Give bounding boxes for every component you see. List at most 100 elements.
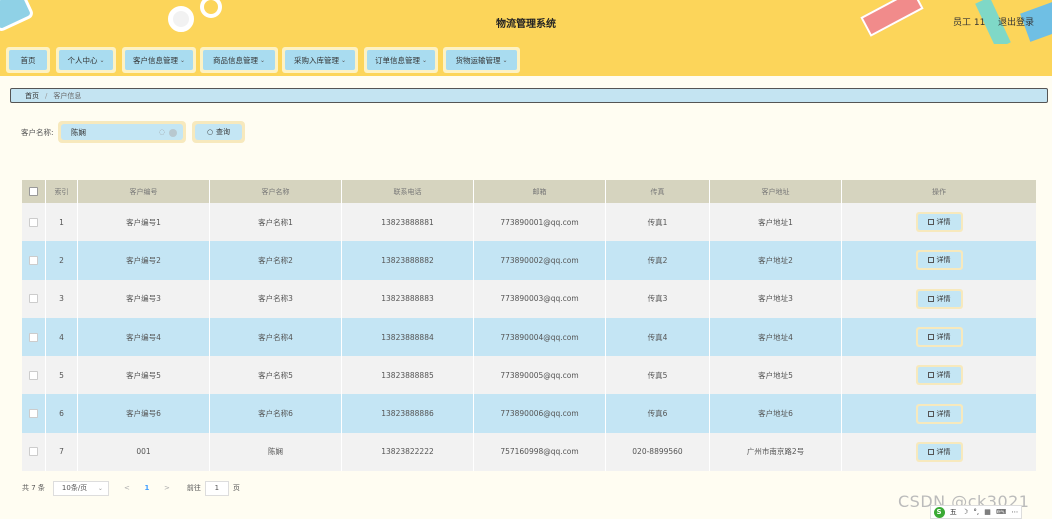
table-row[interactable]: 6 客户编号6 客户名称6 13823888886 773890006@qq.com 传真… [22, 394, 1036, 433]
ime-toolbar: S 五 ☽ °, ▦ ⌨ ⋯ [930, 505, 1022, 519]
next-page-button[interactable]: > [157, 484, 177, 492]
column-header: 客户地址 [710, 180, 842, 203]
loading-icon: ◌ [158, 128, 165, 136]
row-checkbox-cell [22, 279, 46, 318]
nav-item-label: 首页 [20, 55, 36, 65]
ime-item[interactable]: ⋯ [1011, 508, 1018, 516]
chevron-down-icon: ⌄ [340, 56, 347, 64]
cell-tel: 13823888883 [342, 279, 474, 318]
cell-fax: 传真5 [606, 356, 710, 395]
row-checkbox[interactable] [29, 447, 38, 457]
cell-actions: 详情 [842, 356, 1036, 394]
nav-item-personal-center[interactable]: 个人中心 ⌄ [56, 47, 116, 73]
cell-fax: 传真4 [606, 317, 710, 357]
row-checkbox[interactable] [29, 370, 38, 380]
breadcrumb-home[interactable]: 首页 [25, 91, 39, 101]
cell-addr: 客户地址4 [710, 317, 842, 357]
row-checkbox-cell [22, 394, 46, 433]
clear-icon[interactable] [169, 129, 177, 137]
jump-page-input[interactable]: 1 [204, 480, 229, 496]
cell-mail: 773890004@qq.com [474, 317, 606, 357]
ime-item[interactable]: 五 [950, 507, 957, 517]
column-header: 联系电话 [342, 180, 474, 203]
ime-item[interactable]: ⌨ [996, 508, 1006, 516]
app-header: 物流管理系统 员工 11 退出登录 [0, 0, 1052, 44]
row-checkbox-cell [22, 432, 46, 472]
detail-button-label: 详情 [936, 447, 951, 456]
breadcrumb: 首页 / 客户信息 [10, 88, 1048, 103]
detail-button[interactable]: 详情 [915, 250, 963, 271]
row-checkbox[interactable] [29, 217, 38, 227]
row-checkbox-cell [22, 203, 46, 242]
detail-button[interactable]: 详情 [915, 441, 963, 462]
cell-mail: 773890001@qq.com [474, 203, 606, 242]
detail-icon [927, 295, 934, 302]
table-row[interactable]: 7 001 陈娴 13823822222 757160998@qq.com 020-889… [22, 432, 1036, 472]
cell-no: 客户编号4 [78, 317, 210, 357]
detail-button[interactable]: 详情 [915, 403, 963, 424]
nav-item-purchase-management[interactable]: 采购入库管理 ⌄ [282, 47, 358, 73]
nav-item-product-management[interactable]: 商品信息管理 ⌄ [200, 47, 278, 73]
cell-index: 5 [46, 356, 78, 395]
detail-button-label: 详情 [936, 218, 951, 227]
row-checkbox[interactable] [29, 332, 38, 342]
select-all-checkbox[interactable] [29, 187, 38, 196]
nav-item-customer-management[interactable]: 客户信息管理 ⌄ [122, 47, 196, 73]
nav-item-transport-management[interactable]: 货物运输管理 ⌄ [443, 47, 520, 73]
detail-icon [927, 334, 934, 341]
column-header: 邮箱 [474, 180, 606, 203]
row-checkbox[interactable] [29, 409, 38, 419]
cell-fax: 传真3 [606, 279, 710, 318]
nav-item-home[interactable]: 首页 [6, 47, 50, 73]
nav-item-label: 商品信息管理 [212, 55, 258, 65]
search-button[interactable]: ○ 查询 [192, 121, 245, 143]
cell-actions: 详情 [842, 433, 1036, 471]
table-row[interactable]: 1 客户编号1 客户名称1 13823888881 773890001@qq.com 传真… [22, 203, 1036, 242]
table-row[interactable]: 3 客户编号3 客户名称3 13823888883 773890003@qq.com 传真… [22, 279, 1036, 318]
detail-button[interactable]: 详情 [915, 365, 963, 386]
row-checkbox[interactable] [29, 294, 38, 304]
cell-addr: 客户地址3 [710, 279, 842, 318]
current-user: 员工 11 [953, 18, 986, 28]
cell-fax: 传真6 [606, 394, 710, 433]
cell-tel: 13823822222 [342, 432, 474, 472]
cell-name: 客户名称2 [210, 241, 342, 280]
cell-actions: 详情 [842, 241, 1036, 279]
chevron-down-icon: ⌄ [502, 56, 508, 64]
logout-link[interactable]: 退出登录 [998, 15, 1034, 28]
cell-tel: 13823888882 [342, 241, 474, 280]
row-checkbox[interactable] [29, 255, 38, 265]
cell-index: 3 [46, 279, 78, 318]
table-row[interactable]: 5 客户编号5 客户名称5 13823888885 773890005@qq.com 传真… [22, 356, 1036, 395]
nav-item-label: 订单信息管理 [374, 55, 420, 65]
table-row[interactable]: 4 客户编号4 客户名称4 13823888884 773890004@qq.com 传真… [22, 317, 1036, 357]
cell-index: 6 [46, 394, 78, 433]
detail-icon [927, 410, 934, 417]
chevron-down-icon: ⌄ [99, 56, 105, 64]
nav-item-label: 采购入库管理 [293, 55, 339, 65]
detail-button[interactable]: 详情 [915, 212, 963, 233]
cell-addr: 广州市南京路2号 [710, 432, 842, 472]
ime-item[interactable]: ▦ [984, 508, 991, 516]
cell-actions: 详情 [842, 280, 1036, 318]
nav-item-order-management[interactable]: 订单信息管理 ⌄ [364, 47, 438, 73]
chevron-down-icon: ⌄ [97, 484, 103, 492]
cell-index: 2 [46, 241, 78, 280]
customer-name-input[interactable] [71, 127, 151, 137]
chevron-down-icon: ⌄ [259, 56, 266, 64]
page-size-select[interactable]: 10条/页 ⌄ [52, 480, 109, 496]
cell-tel: 13823888886 [342, 394, 474, 433]
ime-item[interactable]: ☽ [962, 508, 968, 516]
pagination: 共 7 条 10条/页 ⌄ < 1 > 前往 1 页 [22, 480, 240, 496]
cell-actions: 详情 [842, 203, 1036, 241]
detail-button[interactable]: 详情 [915, 288, 963, 309]
page-number-current[interactable]: 1 [139, 484, 155, 492]
detail-button[interactable]: 详情 [915, 327, 963, 348]
table-row[interactable]: 2 客户编号2 客户名称2 13823888882 773890002@qq.com 传真… [22, 241, 1036, 280]
prev-page-button[interactable]: < [117, 484, 137, 492]
detail-icon [927, 219, 934, 226]
ime-item[interactable]: °, [973, 508, 979, 516]
top-nav: 首页 个人中心 ⌄ 客户信息管理 ⌄ 商品信息管理 ⌄ 采购入库管理 ⌄ 订单信息管理 ⌄… [0, 44, 1052, 76]
cell-actions: 详情 [842, 394, 1036, 432]
detail-button-label: 详情 [936, 256, 951, 265]
